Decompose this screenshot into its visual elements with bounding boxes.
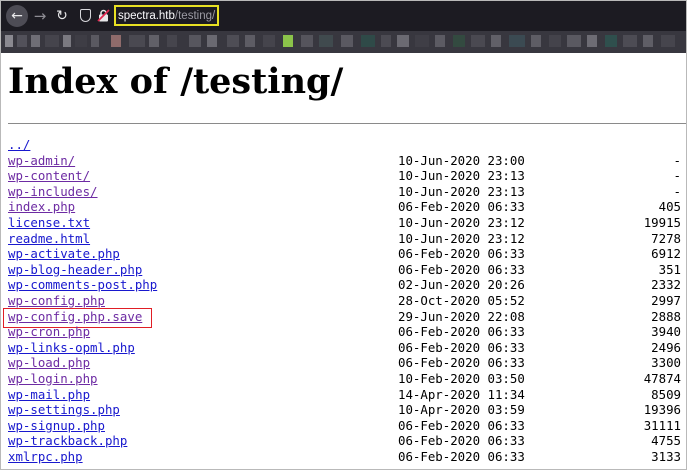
list-item: wp-mail.php 14-Apr-2020 11:34 8509 xyxy=(8,386,686,403)
file-link[interactable]: wp-admin/ xyxy=(8,153,75,169)
screenshot-frame: ← → ↻ spectra.htb/testing/ Index of /tes… xyxy=(0,0,687,470)
modified-date: 10-Feb-2020 03:50 xyxy=(398,370,525,386)
file-size: - xyxy=(673,152,681,168)
modified-date: 10-Jun-2020 23:13 xyxy=(398,168,525,184)
list-item: index.php 06-Feb-2020 06:33 405 xyxy=(8,199,686,215)
list-item: wp-blog-header.php 06-Feb-2020 06:33 351 xyxy=(8,261,686,278)
list-item: license.txt 10-Jun-2020 23:12 19915 xyxy=(8,214,686,231)
list-item: wp-config.php.save 29-Jun-2020 22:08 2888 xyxy=(3,307,686,328)
file-size: 2997 xyxy=(651,292,681,308)
list-item: wp-content/10-Jun-2020 23:13 - xyxy=(8,168,686,184)
list-item: wp-comments-post.php 02-Jun-2020 20:26 233… xyxy=(8,277,686,293)
modified-date: 06-Feb-2020 06:33 xyxy=(398,339,525,355)
modified-date: 10-Jun-2020 23:13 xyxy=(398,183,525,199)
list-item: wp-load.php 06-Feb-2020 06:33 3300 xyxy=(8,355,686,371)
file-size: 405 xyxy=(658,199,681,215)
file-size: 19396 xyxy=(643,402,681,418)
back-arrow-icon[interactable]: ← xyxy=(6,5,28,27)
modified-date: 06-Feb-2020 06:33 xyxy=(398,355,525,371)
file-link[interactable]: readme.html xyxy=(8,231,90,247)
file-link[interactable]: wp-load.php xyxy=(8,355,90,371)
modified-date: 06-Feb-2020 06:33 xyxy=(398,433,525,449)
file-link[interactable]: wp-mail.php xyxy=(8,387,90,403)
file-size: 2332 xyxy=(651,277,681,293)
list-item: readme.html 10-Jun-2020 23:12 7278 xyxy=(8,230,686,247)
modified-date: 10-Jun-2020 23:00 xyxy=(398,152,525,168)
file-link[interactable]: wp-login.php xyxy=(8,371,98,387)
file-link[interactable]: wp-activate.php xyxy=(8,246,120,262)
modified-date: 06-Feb-2020 06:33 xyxy=(398,448,525,464)
modified-date: 28-Oct-2020 05:52 xyxy=(398,292,525,308)
file-size: 8509 xyxy=(651,386,681,402)
list-item: xmlrpc.php 06-Feb-2020 06:33 3133 xyxy=(8,448,686,465)
file-size: - xyxy=(673,183,681,199)
modified-date: 02-Jun-2020 20:26 xyxy=(398,277,525,293)
list-item: wp-admin/10-Jun-2020 23:00 - xyxy=(8,152,686,169)
list-item: wp-links-opml.php 06-Feb-2020 06:33 2496 xyxy=(8,339,686,356)
bookmarks-bar-redacted xyxy=(1,31,686,53)
file-size: 351 xyxy=(658,261,681,277)
file-link[interactable]: license.txt xyxy=(8,215,90,231)
browser-toolbar: ← → ↻ spectra.htb/testing/ xyxy=(1,1,686,31)
file-size: 7278 xyxy=(651,230,681,246)
file-size: 3133 xyxy=(651,448,681,464)
file-link[interactable]: wp-cron.php xyxy=(8,324,90,340)
file-listing: ../ wp-admin/10-Jun-2020 23:00- wp-conten… xyxy=(3,137,686,465)
list-item: wp-login.php 10-Feb-2020 03:50 47874 xyxy=(8,370,686,387)
file-size: 31111 xyxy=(643,417,681,433)
url-host: spectra.htb xyxy=(118,10,175,22)
url-path: /testing/ xyxy=(174,10,216,22)
shield-icon[interactable] xyxy=(80,9,91,22)
modified-date: 06-Feb-2020 06:33 xyxy=(398,246,525,262)
modified-date: 06-Feb-2020 06:33 xyxy=(398,261,525,277)
modified-date: 10-Jun-2020 23:12 xyxy=(398,230,525,246)
list-item: wp-config.php 28-Oct-2020 05:52 2997 xyxy=(8,292,686,309)
file-size: 19915 xyxy=(643,214,681,230)
modified-date: 06-Feb-2020 06:33 xyxy=(398,324,525,340)
file-size: 3940 xyxy=(651,324,681,340)
file-link[interactable]: wp-blog-header.php xyxy=(8,262,142,278)
file-size: 4755 xyxy=(651,433,681,449)
file-size: 6912 xyxy=(651,246,681,262)
list-item: ../ xyxy=(8,137,686,153)
file-size: 2496 xyxy=(651,339,681,355)
file-size: 47874 xyxy=(643,370,681,386)
page-title: Index of /testing/ xyxy=(8,61,344,102)
file-link[interactable]: xmlrpc.php xyxy=(8,449,83,465)
file-size: - xyxy=(673,168,681,184)
insecure-lock-icon[interactable] xyxy=(97,9,110,22)
list-item: wp-activate.php 06-Feb-2020 06:33 6912 xyxy=(8,246,686,262)
file-link[interactable]: wp-settings.php xyxy=(8,402,120,418)
file-link[interactable]: wp-content/ xyxy=(8,168,90,184)
modified-date: 10-Jun-2020 23:12 xyxy=(398,214,525,230)
list-item: wp-settings.php 10-Apr-2020 03:59 19396 xyxy=(8,402,686,418)
file-link[interactable]: wp-signup.php xyxy=(8,418,105,434)
url-text: spectra.htb/testing/ xyxy=(118,8,215,24)
reload-icon[interactable]: ↻ xyxy=(52,6,72,26)
file-link[interactable]: index.php xyxy=(8,199,75,215)
parent-directory-link[interactable]: ../ xyxy=(8,137,30,153)
list-item: wp-cron.php 06-Feb-2020 06:33 3940 xyxy=(8,324,686,340)
file-link[interactable]: wp-comments-post.php xyxy=(8,277,157,293)
modified-date: 10-Apr-2020 03:59 xyxy=(398,402,525,418)
modified-date: 06-Feb-2020 06:33 xyxy=(398,417,525,433)
file-link[interactable]: wp-links-opml.php xyxy=(8,340,135,356)
list-item: wp-includes/10-Jun-2020 23:13 - xyxy=(8,183,686,200)
url-bar[interactable]: spectra.htb/testing/ xyxy=(114,5,219,26)
file-size: 3300 xyxy=(651,355,681,371)
file-link[interactable]: wp-includes/ xyxy=(8,184,98,200)
modified-date: 14-Apr-2020 11:34 xyxy=(398,386,525,402)
modified-date: 06-Feb-2020 06:33 xyxy=(398,199,525,215)
forward-arrow-icon[interactable]: → xyxy=(30,6,50,26)
file-link[interactable]: wp-config.php xyxy=(8,293,105,309)
modified-date: 29-Jun-2020 22:08 xyxy=(398,308,525,324)
list-item: wp-signup.php 06-Feb-2020 06:33 31111 xyxy=(8,417,686,434)
file-link[interactable]: wp-trackback.php xyxy=(8,433,127,449)
divider xyxy=(8,123,686,124)
file-size: 2888 xyxy=(651,308,681,324)
list-item: wp-trackback.php 06-Feb-2020 06:33 4755 xyxy=(8,433,686,449)
